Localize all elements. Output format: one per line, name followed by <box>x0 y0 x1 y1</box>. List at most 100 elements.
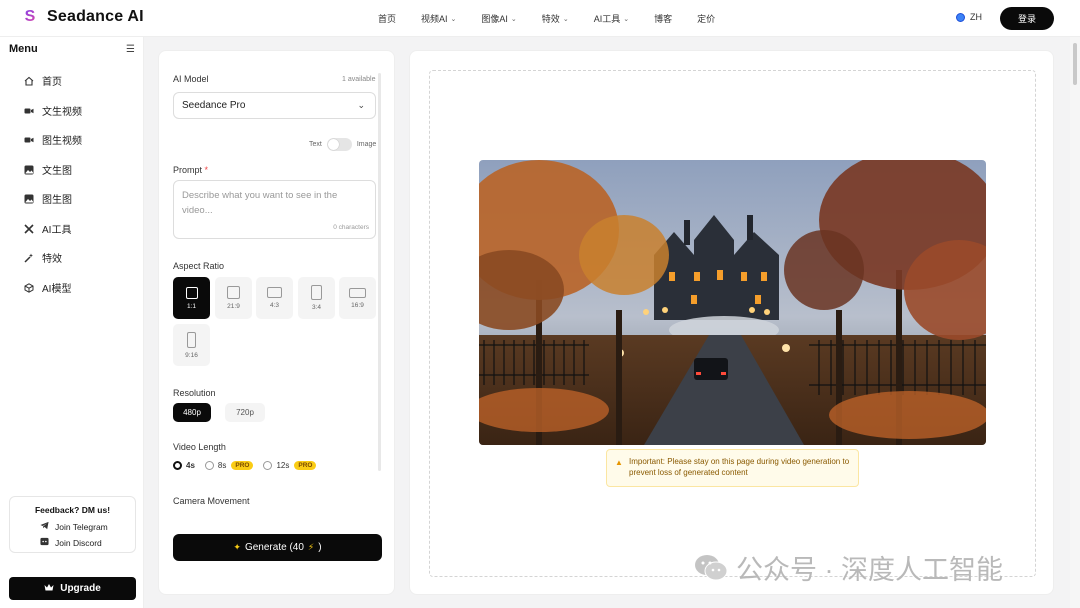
sidebar-item-ai-models[interactable]: AI模型 <box>23 280 71 295</box>
sidebar-item-effects[interactable]: 特效 <box>23 250 62 265</box>
length-12s-radio[interactable] <box>263 461 273 470</box>
nav-image-ai[interactable]: 图像AI ⌄ <box>481 12 516 25</box>
sidebar-item-image-to-video[interactable]: 图生视频 <box>23 132 82 147</box>
model-select[interactable]: Seedance Pro ⌄ <box>173 92 376 119</box>
generate-button[interactable]: ✦ Generate (40 ⚡ ) <box>173 534 382 561</box>
watermark: 公众号 · 深度人工智能 <box>694 548 1003 587</box>
sidebar-item-label: 图生图 <box>42 195 72 206</box>
nav-video-ai-label: 视频AI <box>421 14 448 24</box>
sidebar-header: Menu ☰ <box>9 43 135 55</box>
model-available-count: 1 available <box>342 76 376 83</box>
sparkle-icon: ✦ <box>233 542 241 552</box>
video-icon <box>23 105 34 116</box>
nav-blog-label: 博客 <box>654 14 673 24</box>
prompt-label: Prompt * <box>173 165 208 175</box>
nav-ai-tools-label: AI工具 <box>593 14 621 24</box>
resolution-label: Resolution <box>173 388 216 398</box>
sidebar-item-label: 特效 <box>42 254 62 265</box>
prompt-placeholder: Describe what you want to see in the vid… <box>182 190 338 216</box>
chevron-down-icon: ⌄ <box>510 15 517 23</box>
video-icon <box>23 134 34 145</box>
form-scrollbar[interactable] <box>378 73 381 471</box>
language-label: ZH <box>970 12 982 22</box>
watermark-text: 公众号 · 深度人工智能 <box>736 555 1003 585</box>
sidebar-item-home[interactable]: 首页 <box>23 73 62 88</box>
nav-home[interactable]: 首页 <box>378 12 396 25</box>
aspect-option-9-16[interactable]: 9:16 <box>173 324 210 366</box>
app-name: Seadance AI <box>47 8 144 25</box>
logo-icon: S <box>22 8 38 26</box>
prompt-input[interactable]: Describe what you want to see in the vid… <box>173 180 376 239</box>
page-scrollbar[interactable] <box>1070 37 1080 608</box>
aspect-option-21-9[interactable]: 21:9 <box>215 277 252 319</box>
required-mark: * <box>204 165 209 175</box>
chevron-down-icon: ⌄ <box>562 15 569 23</box>
aspect-option-3-4[interactable]: 3:4 <box>298 277 335 319</box>
aspect-option-1-1[interactable]: 1:1 <box>173 277 210 319</box>
stay-on-page-warning: ▲ Important: Please stay on this page du… <box>606 449 859 487</box>
aspect-ratio-label: Aspect Ratio <box>173 261 225 271</box>
language-switcher[interactable]: ZH <box>956 12 982 22</box>
sidebar-item-ai-tools[interactable]: AI工具 <box>23 221 71 236</box>
switch-knob <box>327 139 339 150</box>
upgrade-label: Upgrade <box>60 583 101 594</box>
chevron-down-icon: ⌄ <box>623 15 630 23</box>
mode-image-label: Image <box>356 141 377 148</box>
aspect-option-label: 21:9 <box>227 303 240 310</box>
telegram-icon <box>40 521 49 532</box>
ratio-shape-icon <box>267 287 282 298</box>
sample-video-preview[interactable] <box>479 160 986 445</box>
nav-pricing[interactable]: 定价 <box>697 12 715 25</box>
sidebar-title: Menu <box>9 43 38 55</box>
length-4s-label: 4s <box>186 461 195 470</box>
upgrade-button[interactable]: Upgrade <box>9 577 136 600</box>
generate-label: Generate (40 <box>244 542 304 553</box>
nav-video-ai[interactable]: 视频AI ⌄ <box>421 12 456 25</box>
video-length-label: Video Length <box>173 442 226 452</box>
brand-logo[interactable]: S Seadance AI <box>22 8 144 26</box>
sidebar-item-text-to-video[interactable]: 文生视频 <box>23 103 82 118</box>
pro-badge: PRO <box>231 461 254 470</box>
menu-toggle-icon[interactable]: ☰ <box>126 44 135 55</box>
join-telegram-link[interactable]: Join Telegram <box>40 521 108 532</box>
sidebar-item-label: 首页 <box>42 77 62 88</box>
discord-icon <box>40 537 49 548</box>
aspect-option-16-9[interactable]: 16:9 <box>339 277 376 319</box>
sidebar-item-label: AI工具 <box>42 225 72 236</box>
sidebar: Menu ☰ 首页 文生视频 图生视频 文生图 图生图 AI工具 特效 AI模型… <box>0 37 144 608</box>
scrollbar-thumb[interactable] <box>1073 43 1077 85</box>
aspect-option-4-3[interactable]: 4:3 <box>256 277 293 319</box>
nav-pricing-label: 定价 <box>697 14 716 24</box>
resolution-480p[interactable]: 480p <box>173 403 211 422</box>
login-button[interactable]: 登录 <box>1000 7 1054 30</box>
prompt-label-text: Prompt <box>173 165 203 175</box>
aspect-option-label: 9:16 <box>185 351 198 359</box>
square-shape-icon <box>185 286 198 299</box>
nav-blog[interactable]: 博客 <box>654 12 672 25</box>
join-discord-link[interactable]: Join Discord <box>40 537 102 548</box>
model-select-value: Seedance Pro <box>182 100 246 111</box>
nav-effects[interactable]: 特效 ⌄ <box>542 12 569 25</box>
ratio-shape-icon <box>349 287 366 298</box>
mode-switch[interactable] <box>326 138 352 151</box>
wechat-icon <box>694 554 728 582</box>
nav-ai-tools[interactable]: AI工具 ⌄ <box>594 12 629 25</box>
nav-home-label: 首页 <box>378 14 397 24</box>
video-length-options: 4s 8s PRO 12s PRO <box>173 461 317 470</box>
resolution-720p[interactable]: 720p <box>225 403 265 422</box>
home-icon <box>23 75 34 86</box>
feedback-card: Feedback? DM us! Join Telegram Join Disc… <box>9 496 136 553</box>
sidebar-item-image-to-image[interactable]: 图生图 <box>23 191 72 206</box>
mode-toggle: Text Image <box>309 138 376 151</box>
ratio-shape-icon <box>187 331 196 348</box>
length-4s-radio[interactable] <box>173 461 182 470</box>
cube-icon <box>23 282 34 293</box>
globe-icon <box>956 12 965 22</box>
sidebar-item-label: AI模型 <box>42 284 72 295</box>
ratio-shape-icon <box>227 286 240 299</box>
prompt-char-count: 0 characters <box>333 224 369 231</box>
sidebar-item-text-to-image[interactable]: 文生图 <box>23 162 72 177</box>
length-8s-radio[interactable] <box>204 461 214 470</box>
generate-close-paren: ) <box>318 542 322 553</box>
aspect-option-label: 4:3 <box>269 302 280 309</box>
